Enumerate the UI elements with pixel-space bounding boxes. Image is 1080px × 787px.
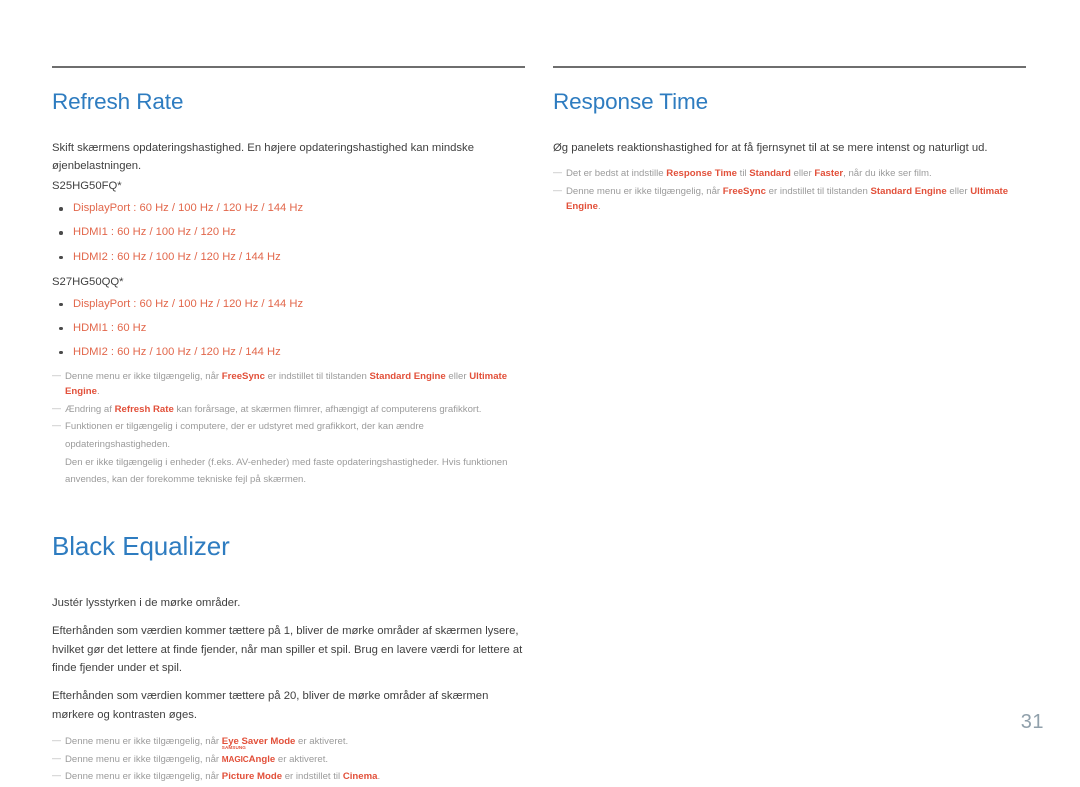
refresh-rate-note-3-line-2: opdateringshastigheden. [65,439,171,450]
refresh-rate-model-1: S25HG50FQ* [52,180,122,193]
magic-wordmark: MAGIC [221,754,249,764]
section-black-equalizer: Black Equalizer Justér lysstyrken i de m… [52,530,525,785]
note-highlight: Cinema [342,771,378,783]
note-text: eller [445,370,470,382]
note-text: er indstillet til [282,771,343,783]
note-highlight: Refresh Rate [114,403,174,415]
section-divider-rule [553,66,1026,68]
note-text: , når du ikke ser film. [843,168,932,180]
note-text: til [737,168,750,180]
right-column: Response Time Øg panelets reaktionshasti… [553,66,1026,217]
section-refresh-rate: Refresh Rate Skift skærmens opdateringsh… [52,66,525,488]
black-equalizer-para-2: Efterhånden som værdien kommer tættere p… [52,625,523,675]
refresh-rate-heading: Refresh Rate [52,89,184,114]
refresh-rate-model-2: S27HG50QQ* [52,275,124,288]
note-highlight: FreeSync [221,370,265,382]
note-text: kan forårsage, at skærmen flimrer, afhæn… [173,403,482,415]
note-text: Denne menu er ikke tilgængelig, når [65,735,222,747]
note-text: er indstillet til tilstanden [766,185,871,197]
refresh-rate-note-3: Funktionen er tilgængelig i computere, d… [52,418,525,435]
black-equalizer-note-2: Denne menu er ikke tilgængelig, når SAMS… [52,745,525,768]
note-highlight: Standard Engine [870,185,947,197]
list-item: DisplayPort : 60 Hz / 100 Hz / 120 Hz / … [52,297,525,312]
list-item: HDMI2 : 60 Hz / 100 Hz / 120 Hz / 144 Hz [52,345,525,360]
note-text: Ændring af [65,403,115,415]
note-text: eller [946,185,971,197]
response-time-note-1: Det er bedst at indstille Response Time … [553,165,1026,182]
black-equalizer-note-3: Denne menu er ikke tilgængelig, når Pict… [52,768,525,785]
note-text: . [96,386,100,398]
note-text: Det er bedst at indstille [566,168,667,180]
refresh-rate-note-1: Denne menu er ikke tilgængelig, når Free… [52,368,525,400]
refresh-rate-note-2: Ændring af Refresh Rate kan forårsage, a… [52,401,525,418]
note-text: Denne menu er ikke tilgængelig, når [65,771,222,783]
note-text: eller [790,168,815,180]
list-item: HDMI2 : 60 Hz / 100 Hz / 120 Hz / 144 Hz [52,250,525,265]
note-highlight: Standard [749,168,791,180]
refresh-rate-note-3-line-4: anvendes, kan der forekomme tekniske fej… [65,474,307,486]
samsung-magic-angle-logo: SAMSUNG MAGICAngle [221,745,275,768]
note-text: . [597,201,601,213]
response-time-heading: Response Time [553,89,709,114]
note-highlight: Standard Engine [369,370,446,382]
black-equalizer-heading: Black Equalizer [52,530,230,561]
note-text: . [377,771,381,783]
note-text: Funktionen er tilgængelig i computere, d… [65,421,424,433]
section-response-time: Response Time Øg panelets reaktionshasti… [553,66,1026,215]
note-text: er aktiveret. [295,735,349,747]
black-equalizer-para-3: Efterhånden som værdien kommer tættere p… [52,690,489,721]
note-text: Denne menu er ikke tilgængelig, når [566,185,723,197]
response-time-note-2: Denne menu er ikke tilgængelig, når Free… [553,183,1026,215]
note-highlight: Picture Mode [221,771,283,783]
note-highlight: Response Time [666,168,738,180]
note-text: er indstillet til tilstanden [265,370,370,382]
page-number: 31 [1020,711,1044,733]
list-item: HDMI1 : 60 Hz [52,321,525,336]
response-time-intro: Øg panelets reaktionshastighed for at få… [553,141,988,154]
list-item: DisplayPort : 60 Hz / 100 Hz / 120 Hz / … [52,201,525,216]
refresh-rate-note-3-line-3: Den er ikke tilgængelig i enheder (f.eks… [65,456,508,468]
refresh-rate-model-1-options: DisplayPort : 60 Hz / 100 Hz / 120 Hz / … [52,201,525,264]
left-column: Refresh Rate Skift skærmens opdateringsh… [52,66,525,787]
refresh-rate-intro: Skift skærmens opdateringshastighed. En … [52,141,474,173]
manual-page: Refresh Rate Skift skærmens opdateringsh… [0,0,1080,782]
black-equalizer-note-1: Denne menu er ikke tilgængelig, når Eye … [52,733,525,750]
section-divider-rule [52,66,525,68]
refresh-rate-model-2-options: DisplayPort : 60 Hz / 100 Hz / 120 Hz / … [52,297,525,360]
list-item: HDMI1 : 60 Hz / 100 Hz / 120 Hz [52,225,525,240]
note-text: Denne menu er ikke tilgængelig, når [65,370,222,382]
samsung-wordmark: SAMSUNG [221,745,246,750]
note-highlight: Faster [814,168,844,180]
note-highlight: FreeSync [722,185,766,197]
black-equalizer-para-1: Justér lysstyrken i de mørke områder. [52,597,241,610]
